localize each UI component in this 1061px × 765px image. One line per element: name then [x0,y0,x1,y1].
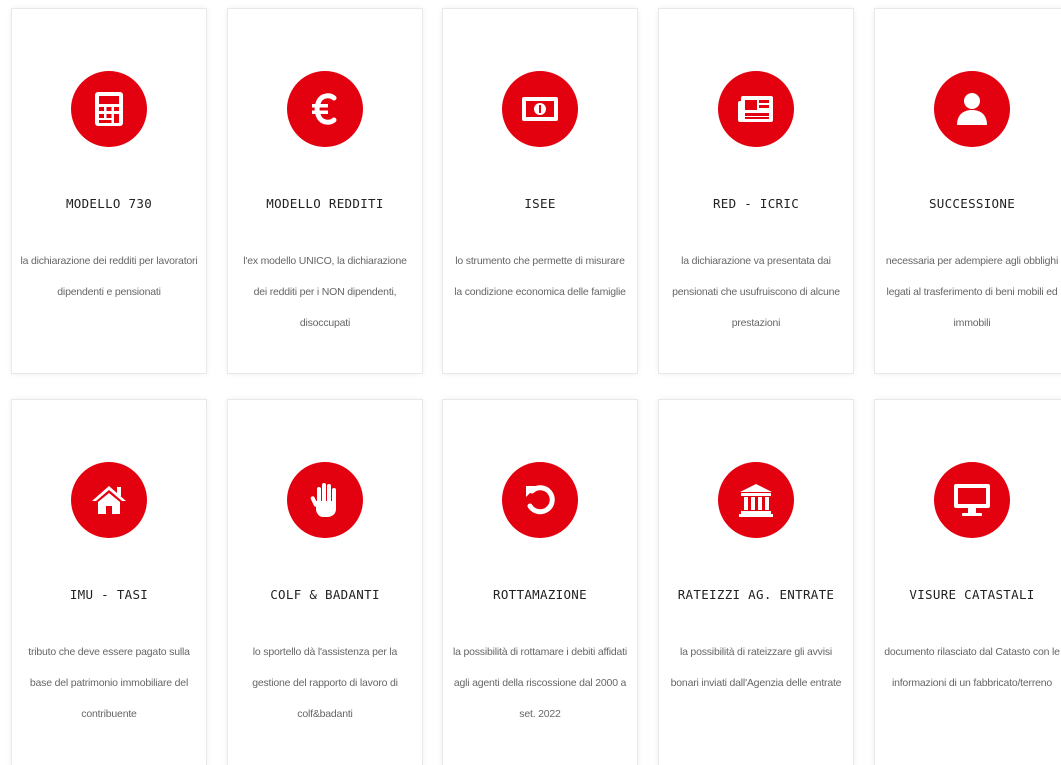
service-title: MODELLO 730 [65,196,153,211]
service-card-modello-redditi[interactable]: MODELLO REDDITI l'ex modello UNICO, la d… [227,8,423,374]
service-title: MODELLO REDDITI [266,196,384,211]
service-title: ISEE [524,196,556,211]
home-icon [71,462,147,538]
service-title: RATEIZZI AG. ENTRATE [677,587,835,602]
service-description: documento rilasciato dal Catasto con le … [884,646,1060,689]
service-description: necessaria per adempiere agli obblighi l… [885,255,1059,329]
service-card-imu-tasi[interactable]: IMU - TASI tributo che deve essere pagat… [11,399,207,765]
user-icon [934,71,1010,147]
money-bill-icon [502,71,578,147]
service-card-modello-730[interactable]: MODELLO 730 la dichiarazione dei redditi… [11,8,207,374]
desktop-icon [934,462,1010,538]
service-description: lo strumento che permette di misurare la… [454,255,626,298]
service-card-rottamazione[interactable]: ROTTAMAZIONE la possibilità di rottamare… [442,399,638,765]
service-title: RED - ICRIC [712,196,800,211]
service-card-visure-catastali[interactable]: VISURE CATASTALI documento rilasciato da… [874,399,1061,765]
service-description: lo sportello dà l'assistenza per la gest… [252,646,398,720]
service-card-rateizzi[interactable]: RATEIZZI AG. ENTRATE la possibilità di r… [658,399,854,765]
service-card-successione[interactable]: SUCCESSIONE necessaria per adempiere agl… [874,8,1061,374]
service-card-red-icric[interactable]: RED - ICRIC la dichiarazione va presenta… [658,8,854,374]
service-title: VISURE CATASTALI [909,587,1035,602]
service-title: COLF & BADANTI [270,587,380,602]
service-description: la possibilità di rateizzare gli avvisi … [670,646,842,689]
hand-icon [287,462,363,538]
service-description: la dichiarazione va presentata dai pensi… [672,255,840,329]
service-description: la possibilità di rottamare i debiti aff… [452,646,628,720]
newspaper-icon [718,71,794,147]
service-card-colf-badanti[interactable]: COLF & BADANTI lo sportello dà l'assiste… [227,399,423,765]
service-card-isee[interactable]: ISEE lo strumento che permette di misura… [442,8,638,374]
calculator-icon [71,71,147,147]
service-description: la dichiarazione dei redditi per lavorat… [20,255,198,298]
service-description: tributo che deve essere pagato sulla bas… [28,646,190,720]
service-title: SUCCESSIONE [928,196,1016,211]
service-title: IMU - TASI [69,587,149,602]
euro-icon [287,71,363,147]
undo-icon [502,462,578,538]
service-title: ROTTAMAZIONE [493,587,587,602]
service-description: l'ex modello UNICO, la dichiarazione dei… [243,255,407,329]
services-grid: MODELLO 730 la dichiarazione dei redditi… [0,0,1061,765]
bank-icon [718,462,794,538]
